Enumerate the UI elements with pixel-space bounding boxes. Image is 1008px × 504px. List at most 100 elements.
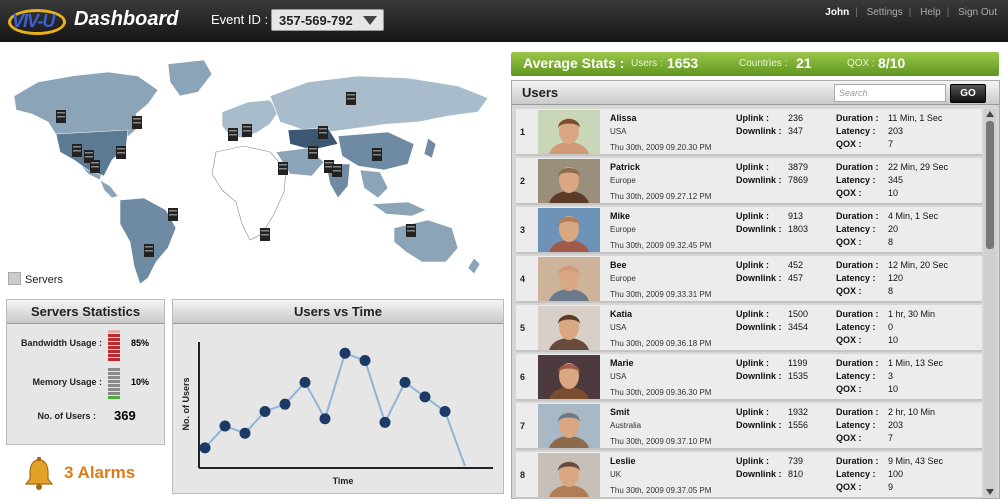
app-title: Dashboard bbox=[74, 8, 179, 30]
user-date: Thu 30th, 2009 09.27.12 PM bbox=[610, 192, 712, 201]
map-central-america bbox=[99, 179, 119, 199]
duration-value: 1 hr, 30 Min bbox=[888, 309, 936, 319]
user-name[interactable]: Marie bbox=[610, 358, 634, 368]
viv-u-logo[interactable]: VIV-U bbox=[6, 6, 68, 36]
user-name[interactable]: Katia bbox=[610, 309, 632, 319]
data-point[interactable] bbox=[379, 416, 391, 428]
user-name[interactable]: Bee bbox=[610, 260, 627, 270]
chevron-down-icon bbox=[363, 16, 377, 25]
user-avatar[interactable] bbox=[538, 110, 600, 154]
user-name[interactable]: Leslie bbox=[610, 456, 636, 466]
data-point[interactable] bbox=[319, 413, 331, 425]
scroll-down-icon[interactable] bbox=[986, 489, 994, 495]
user-name[interactable]: Smit bbox=[610, 407, 630, 417]
user-row[interactable]: 1 Alissa USA Thu 30th, 2009 09.20.30 PM Upli… bbox=[516, 109, 982, 156]
latency-value: 100 bbox=[888, 469, 904, 479]
duration-value: 11 Min, 1 Sec bbox=[888, 113, 943, 123]
memory-label: Memory Usage : bbox=[32, 377, 102, 387]
user-avatar[interactable] bbox=[538, 355, 600, 399]
latency-label: Latency : bbox=[836, 420, 876, 430]
data-point[interactable] bbox=[439, 405, 451, 417]
user-row[interactable]: 8 Leslie UK Thu 30th, 2009 09.37.05 PM Uplin… bbox=[516, 452, 982, 499]
scrollbar-thumb[interactable] bbox=[986, 121, 994, 249]
users-panel-header: Users GO bbox=[512, 81, 999, 105]
help-link[interactable]: Help bbox=[917, 7, 944, 18]
uplink-value: 236 bbox=[788, 113, 804, 123]
user-avatar[interactable] bbox=[538, 404, 600, 448]
data-point[interactable] bbox=[359, 355, 371, 367]
user-row[interactable]: 2 Patrick Europe Thu 30th, 2009 09.27.12 PM… bbox=[516, 158, 982, 205]
qox-value: 10 bbox=[888, 188, 899, 198]
event-id-select[interactable]: 357-569-792 bbox=[271, 9, 384, 31]
qox-value: 7 bbox=[888, 433, 894, 443]
qox-label: QOX : bbox=[836, 482, 862, 492]
sign-out-link[interactable]: Sign Out bbox=[955, 7, 1000, 18]
user-date: Thu 30th, 2009 09.37.05 PM bbox=[610, 486, 712, 495]
latency-value: 203 bbox=[888, 420, 904, 430]
y-axis-label: No. of Users bbox=[181, 377, 191, 430]
memory-usage-bar bbox=[108, 368, 120, 400]
user-name[interactable]: Mike bbox=[610, 211, 630, 221]
user-row[interactable]: 5 Katia USA Thu 30th, 2009 09.36.18 PM Uplin… bbox=[516, 305, 982, 352]
bandwidth-value: 85% bbox=[131, 338, 150, 348]
user-location: USA bbox=[610, 372, 627, 381]
current-user[interactable]: John bbox=[822, 7, 852, 18]
user-row[interactable]: 6 Marie USA Thu 30th, 2009 09.36.30 PM Uplin… bbox=[516, 354, 982, 401]
data-point[interactable] bbox=[259, 405, 271, 417]
user-name[interactable]: Patrick bbox=[610, 162, 640, 172]
user-photo bbox=[549, 461, 589, 497]
user-photo bbox=[549, 216, 589, 252]
user-avatar[interactable] bbox=[538, 453, 600, 497]
server-icon bbox=[116, 146, 126, 159]
map-indonesia bbox=[371, 201, 427, 217]
world-map[interactable] bbox=[8, 52, 502, 290]
usage-bar-segment bbox=[108, 384, 120, 387]
user-location: Europe bbox=[610, 176, 636, 185]
user-row[interactable]: 7 Smit Australia Thu 30th, 2009 09.37.10 PM… bbox=[516, 403, 982, 450]
user-location: USA bbox=[610, 127, 627, 136]
user-row[interactable]: 4 Bee Europe Thu 30th, 2009 09.33.31 PM Upli… bbox=[516, 256, 982, 303]
uplink-value: 1500 bbox=[788, 309, 809, 319]
duration-value: 1 Min, 13 Sec bbox=[888, 358, 944, 368]
data-point[interactable] bbox=[339, 347, 351, 359]
user-avatar[interactable] bbox=[538, 208, 600, 252]
latency-value: 20 bbox=[888, 224, 899, 234]
data-point[interactable] bbox=[399, 376, 411, 388]
user-row-index: 1 bbox=[520, 127, 526, 137]
settings-link[interactable]: Settings bbox=[864, 7, 906, 18]
users-list[interactable]: 1 Alissa USA Thu 30th, 2009 09.20.30 PM Upli… bbox=[516, 109, 982, 499]
usage-bar-segment bbox=[108, 396, 120, 399]
data-point[interactable] bbox=[239, 427, 251, 439]
user-avatar[interactable] bbox=[538, 159, 600, 203]
go-button[interactable]: GO bbox=[950, 84, 986, 103]
server-icon bbox=[168, 208, 178, 221]
data-point[interactable] bbox=[279, 398, 291, 410]
user-name[interactable]: Alissa bbox=[610, 113, 637, 123]
memory-value: 10% bbox=[131, 377, 150, 387]
scroll-up-icon[interactable] bbox=[986, 111, 994, 117]
data-point[interactable] bbox=[219, 420, 231, 432]
bandwidth-usage-bar bbox=[108, 330, 120, 362]
downlink-value: 457 bbox=[788, 273, 804, 283]
latency-value: 345 bbox=[888, 175, 904, 185]
map-legend: Servers bbox=[8, 272, 63, 286]
qox-value: 8 bbox=[888, 237, 894, 247]
legend-label: Servers bbox=[25, 274, 63, 286]
data-point[interactable] bbox=[199, 442, 211, 454]
users-scrollbar[interactable] bbox=[984, 109, 996, 497]
map-new-zealand bbox=[467, 257, 481, 275]
user-avatar[interactable] bbox=[538, 306, 600, 350]
downlink-value: 347 bbox=[788, 126, 804, 136]
data-point[interactable] bbox=[419, 391, 431, 403]
user-photo bbox=[549, 118, 589, 154]
downlink-value: 1803 bbox=[788, 224, 809, 234]
user-avatar[interactable] bbox=[538, 257, 600, 301]
data-point[interactable] bbox=[299, 376, 311, 388]
user-location: USA bbox=[610, 323, 627, 332]
avg-countries-value: 21 bbox=[796, 55, 812, 71]
alarms-text: 3 Alarms bbox=[64, 463, 136, 482]
search-input[interactable] bbox=[834, 84, 946, 102]
user-row[interactable]: 3 Mike Europe Thu 30th, 2009 09.32.45 PM Upl… bbox=[516, 207, 982, 254]
top-nav: John | Settings | Help | Sign Out bbox=[822, 7, 1000, 18]
downlink-label: Downlink : bbox=[736, 175, 782, 185]
